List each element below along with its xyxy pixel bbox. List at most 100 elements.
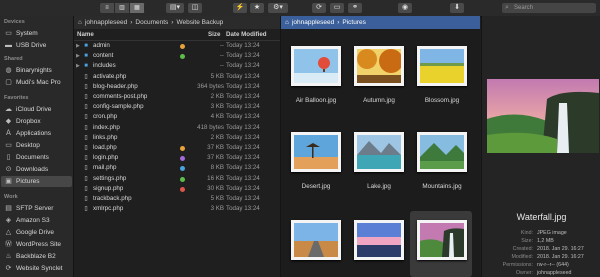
breadcrumb-item[interactable]: Website Backup	[176, 19, 223, 26]
grid-view-icon[interactable]: ▦	[130, 3, 145, 13]
metadata-key: Modified:	[511, 254, 534, 260]
image-filename: Desert.jpg	[301, 183, 331, 190]
list-view-icon[interactable]: ≡	[100, 3, 115, 13]
gear-icon[interactable]: ⚙▾	[268, 3, 288, 13]
disclosure-icon[interactable]: ▶	[76, 51, 80, 61]
thumbnail-image	[294, 223, 338, 257]
column-name[interactable]: Name	[77, 29, 94, 40]
table-row[interactable]: ▯ signup.php 30 KB Today 13:24	[74, 184, 280, 194]
arrange-icon[interactable]: ▤▾	[166, 3, 184, 13]
sidebar-item-amazon-s3[interactable]: ◈ Amazon S3	[4, 215, 70, 226]
search-placeholder: Search	[514, 5, 534, 11]
sidebar-item-label: Mudi's Mac Pro	[16, 79, 61, 86]
pictures-pane: ⌂ johnappleseed › Pictures Air Balloon.jpg A…	[281, 16, 480, 277]
sidebar-item-sftp-server[interactable]: ▤ SFTP Server	[4, 203, 70, 214]
lightning-icon[interactable]: ⚡	[233, 3, 247, 13]
download-icon[interactable]: ⬇	[450, 3, 464, 13]
metadata-key: Created:	[512, 246, 533, 252]
image-thumbnail[interactable]	[291, 220, 341, 260]
file-name: links.php	[93, 133, 118, 141]
disclosure-icon[interactable]: ▶	[76, 41, 80, 51]
eye-icon[interactable]: ◉	[398, 3, 412, 13]
image-thumbnail[interactable]	[417, 132, 467, 172]
breadcrumb-item[interactable]: johnappleseed	[292, 19, 334, 26]
sidebar-item-downloads[interactable]: ⊙ Downloads	[4, 164, 70, 175]
column-date[interactable]: Date Modified	[226, 29, 267, 40]
image-thumbnail[interactable]	[291, 46, 341, 86]
view-mode-switch[interactable]: ≡ ▥ ▦	[100, 3, 145, 13]
breadcrumb-item[interactable]: Pictures	[342, 19, 365, 26]
table-row[interactable]: ▯ login.php 37 KB Today 13:24	[74, 153, 280, 163]
image-thumbnail[interactable]	[291, 132, 341, 172]
file-date: Today 13:24	[226, 52, 260, 60]
metadata-row: Kind: JPEG image	[482, 229, 600, 237]
image-thumbnail[interactable]	[417, 46, 467, 86]
file-icon: ▯	[84, 165, 88, 172]
sidebar-item-pictures[interactable]: ▣ Pictures	[1, 176, 72, 187]
metadata-key: Kind:	[520, 230, 533, 236]
image-thumbnail[interactable]	[354, 220, 404, 260]
desktop-icon: ▭	[5, 142, 12, 149]
sidebar-item-google-drive[interactable]: △ Google Drive	[4, 227, 70, 238]
table-row[interactable]: ▯ blog-header.php 364 bytes Today 13:24	[74, 82, 280, 92]
file-name: config-sample.php	[93, 103, 144, 111]
table-row[interactable]: ▯ links.php 2 KB Today 13:24	[74, 133, 280, 143]
computer-icon: ▢	[5, 79, 12, 86]
preview-toggle-icon[interactable]: ◫	[188, 3, 202, 13]
sidebar-item-dropbox[interactable]: ◆ Dropbox	[4, 116, 70, 127]
sidebar-item-usb-drive[interactable]: ▬ USB Drive	[4, 40, 70, 51]
color-tag	[180, 54, 185, 60]
sidebar-item-desktop[interactable]: ▭ Desktop	[4, 140, 70, 151]
column-size[interactable]: Size	[208, 29, 220, 40]
sidebar-item-system[interactable]: ▭ System	[4, 28, 70, 39]
file-name: comments-post.php	[93, 93, 148, 100]
thumbnail-image	[357, 135, 401, 169]
table-row[interactable]: ▯ settings.php 16 KB Today 13:24	[74, 174, 280, 184]
documents-icon: ▯	[6, 154, 11, 161]
sidebar-item-applications[interactable]: Ａ Applications	[4, 128, 70, 139]
sidebar-item-icloud-drive[interactable]: ☁ iCloud Drive	[4, 104, 70, 115]
sidebar-item-documents[interactable]: ▯ Documents	[4, 152, 70, 163]
file-date: Today 13:24	[226, 103, 260, 111]
table-row[interactable]: ▶ ■ content -- Today 13:24	[74, 51, 280, 61]
table-row[interactable]: ▯ load.php 37 KB Today 13:24	[74, 143, 280, 153]
color-tag	[180, 176, 185, 182]
search-input[interactable]: ⌕ Search	[502, 3, 596, 13]
sync-icon[interactable]: ⟳	[312, 3, 326, 13]
file-size: 2 KB	[210, 93, 224, 100]
table-row[interactable]: ▯ trackback.php 5 KB Today 13:24	[74, 194, 280, 204]
sidebar-item-backblaze-b2[interactable]: ♨ Backblaze B2	[4, 251, 70, 262]
home-icon: ⌂	[285, 19, 289, 26]
table-row[interactable]: ▯ index.php 418 bytes Today 13:24	[74, 123, 280, 133]
table-row[interactable]: ▶ ■ includes -- Today 13:24	[74, 61, 280, 71]
disclosure-icon[interactable]: ▶	[76, 61, 80, 71]
metadata-value: 2018. Jan 29. 16:27	[537, 254, 584, 260]
terminal-icon[interactable]: ▭	[330, 3, 344, 13]
image-thumbnail[interactable]	[417, 220, 467, 260]
file-date: Today 13:24	[226, 144, 260, 151]
sidebar-item-label: System	[16, 30, 38, 37]
link-icon[interactable]: ⚭	[348, 3, 362, 13]
breadcrumb-item[interactable]: johnappleseed	[85, 19, 127, 26]
columns-view-icon[interactable]: ▥	[115, 3, 130, 13]
sidebar-item-wordpress-site[interactable]: Ⓦ WordPress Site	[4, 239, 70, 250]
table-row[interactable]: ▯ config-sample.php 3 KB Today 13:24	[74, 102, 280, 112]
file-size: --	[219, 42, 224, 49]
file-size: 30 KB	[207, 184, 224, 192]
file-icon: ▯	[84, 155, 88, 162]
table-row[interactable]: ▶ ■ admin -- Today 13:24	[74, 41, 280, 51]
table-row[interactable]: ▯ comments-post.php 2 KB Today 13:24	[74, 92, 280, 102]
image-thumbnail[interactable]	[354, 132, 404, 172]
table-row[interactable]: ▯ cron.php 4 KB Today 13:24	[74, 112, 280, 122]
breadcrumb-item[interactable]: Documents	[135, 19, 168, 26]
sidebar-item-binarynights[interactable]: ◍ Binarynights	[4, 65, 70, 76]
image-thumbnail[interactable]	[354, 46, 404, 86]
sidebar-item-mudis-mac-pro[interactable]: ▢ Mudi's Mac Pro	[4, 77, 70, 88]
table-row[interactable]: ▯ mail.php 8 KB Today 13:24	[74, 163, 280, 173]
table-row[interactable]: ▯ activate.php 5 KB Today 13:24	[74, 72, 280, 82]
table-row[interactable]: ▯ xmlrpc.php 3 KB Today 13:24	[74, 204, 280, 214]
sidebar-item-website-synclet[interactable]: ⟳ Website Synclet	[4, 263, 70, 274]
metadata-key: Size:	[521, 238, 533, 244]
star-icon[interactable]: ★	[250, 3, 264, 13]
file-name: content	[93, 52, 114, 60]
